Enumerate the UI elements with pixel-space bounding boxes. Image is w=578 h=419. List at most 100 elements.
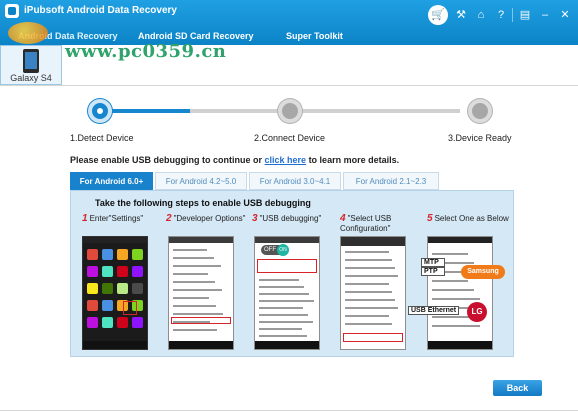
step-1-indicator bbox=[88, 99, 112, 123]
list-row-line bbox=[259, 335, 307, 337]
list-row-line bbox=[173, 297, 209, 299]
step-2-indicator bbox=[278, 99, 302, 123]
instruction-before: Please enable USB debugging to continue … bbox=[70, 155, 265, 165]
progress-track-fill bbox=[100, 109, 190, 113]
guide-step-text: Enter"Settings" bbox=[89, 214, 144, 223]
guide-step-text: "Developer Options" bbox=[173, 214, 246, 223]
divider bbox=[0, 85, 578, 86]
tab-android-3-0[interactable]: For Android 3.0~4.1 bbox=[249, 172, 341, 190]
tab-android-4-2[interactable]: For Android 4.2~5.0 bbox=[155, 172, 247, 190]
list-row-line bbox=[259, 328, 302, 330]
list-row-line bbox=[259, 300, 314, 302]
app-tile-icon bbox=[132, 266, 143, 277]
list-row-line bbox=[345, 283, 389, 285]
homescreen-screenshot bbox=[82, 236, 148, 350]
list-row-line bbox=[432, 289, 474, 291]
list-row-line bbox=[432, 325, 480, 327]
guide-title: Take the following steps to enable USB d… bbox=[95, 198, 311, 208]
instruction-after: to learn more details. bbox=[306, 155, 400, 165]
divider bbox=[0, 410, 578, 411]
app-tile-icon bbox=[132, 249, 143, 260]
app-title: iPubsoft Android Data Recovery bbox=[24, 5, 177, 16]
nav-bar bbox=[169, 341, 233, 349]
list-row-line bbox=[345, 299, 395, 301]
click-here-link[interactable]: click here bbox=[265, 155, 307, 165]
guide-step-2-caption: 2 "Developer Options" bbox=[166, 214, 246, 224]
help-icon[interactable]: ? bbox=[492, 6, 510, 24]
list-row-line bbox=[259, 279, 299, 281]
guide-step-number: 4 bbox=[340, 213, 346, 224]
status-bar bbox=[341, 237, 405, 246]
usb-ethernet-callout: USB Ethernet bbox=[408, 306, 460, 315]
list-row-line bbox=[345, 323, 392, 325]
guide-step-text: Select One as Below bbox=[434, 214, 509, 223]
app-tile-icon bbox=[102, 300, 113, 311]
nav-bar bbox=[255, 341, 319, 349]
app-tile-icon bbox=[87, 283, 98, 294]
minimize-icon[interactable]: – bbox=[536, 6, 554, 24]
app-tile-icon bbox=[87, 249, 98, 260]
guide-step-text: "Select USB Configuration" bbox=[340, 214, 392, 233]
tab-android-sd-card-recovery[interactable]: Android SD Card Recovery bbox=[138, 31, 254, 41]
usb-config-screenshot bbox=[340, 236, 406, 350]
tab-android-6[interactable]: For Android 6.0+ bbox=[70, 172, 153, 190]
step-3-indicator bbox=[468, 99, 492, 123]
back-button[interactable]: Back bbox=[493, 380, 542, 396]
status-bar bbox=[83, 237, 147, 243]
app-tile-icon bbox=[102, 283, 113, 294]
list-row-line bbox=[259, 293, 309, 295]
settings-highlight bbox=[123, 301, 137, 315]
list-row-line bbox=[259, 314, 308, 316]
list-row-line bbox=[259, 307, 303, 309]
guide-step-3-caption: 3 "USB debugging" bbox=[252, 214, 321, 224]
guide-step-number: 3 bbox=[252, 213, 258, 224]
list-row-line bbox=[173, 265, 221, 267]
tab-android-2-1[interactable]: For Android 2.1~2.3 bbox=[343, 172, 439, 190]
guide-step-1-caption: 1 Enter"Settings" bbox=[82, 214, 143, 224]
device-item[interactable]: Galaxy S4 bbox=[0, 45, 62, 85]
device-name: Galaxy S4 bbox=[10, 73, 52, 83]
list-row-line bbox=[173, 329, 217, 331]
toolbar-divider bbox=[512, 8, 513, 22]
app-tile-icon bbox=[117, 249, 128, 260]
home-icon[interactable]: ⌂ bbox=[472, 6, 490, 24]
app-tile-icon bbox=[87, 266, 98, 277]
step-2-label: 2.Connect Device bbox=[254, 133, 326, 143]
list-row-line bbox=[432, 280, 468, 282]
phone-icon bbox=[23, 49, 39, 73]
toggle-on: ON bbox=[277, 244, 289, 256]
lg-badge: LG bbox=[467, 302, 487, 322]
watermark-logo-icon bbox=[8, 22, 48, 44]
usb-debugging-highlight bbox=[257, 259, 317, 273]
instruction-text: Please enable USB debugging to continue … bbox=[70, 155, 399, 165]
list-row-line bbox=[173, 249, 207, 251]
status-bar bbox=[428, 237, 492, 243]
key-icon[interactable]: ⚒ bbox=[452, 6, 470, 24]
samsung-badge: Samsung bbox=[461, 265, 505, 279]
ptp-callout: PTP bbox=[421, 267, 445, 276]
title-bar: iPubsoft Android Data Recovery Android D… bbox=[0, 0, 578, 45]
guide-step-4-caption: 4 "Select USB Configuration" bbox=[340, 214, 391, 234]
cart-icon[interactable]: 🛒 bbox=[428, 5, 448, 25]
step-3-label: 3.Device Ready bbox=[448, 133, 512, 143]
guide-step-number: 1 bbox=[82, 213, 88, 224]
nav-bar bbox=[83, 341, 147, 349]
list-row-line bbox=[259, 321, 313, 323]
list-row-line bbox=[173, 281, 215, 283]
list-row-line bbox=[173, 257, 214, 259]
app-tile-icon bbox=[132, 283, 143, 294]
list-row-line bbox=[432, 253, 468, 255]
nav-bar bbox=[428, 341, 492, 349]
register-icon[interactable]: ▤ bbox=[516, 6, 534, 24]
close-icon[interactable]: ✕ bbox=[556, 6, 574, 24]
app-tile-icon bbox=[117, 317, 128, 328]
app-tile-icon bbox=[102, 317, 113, 328]
app-tile-icon bbox=[87, 300, 98, 311]
window-controls: 🛒 ⚒ ⌂ ? ▤ – ✕ bbox=[428, 5, 574, 26]
settings-screenshot bbox=[168, 236, 234, 350]
step-1-label: 1.Detect Device bbox=[70, 133, 134, 143]
list-row-line bbox=[345, 315, 389, 317]
tab-super-toolkit[interactable]: Super Toolkit bbox=[286, 31, 343, 41]
app-tile-icon bbox=[102, 249, 113, 260]
app-grid bbox=[87, 249, 145, 339]
